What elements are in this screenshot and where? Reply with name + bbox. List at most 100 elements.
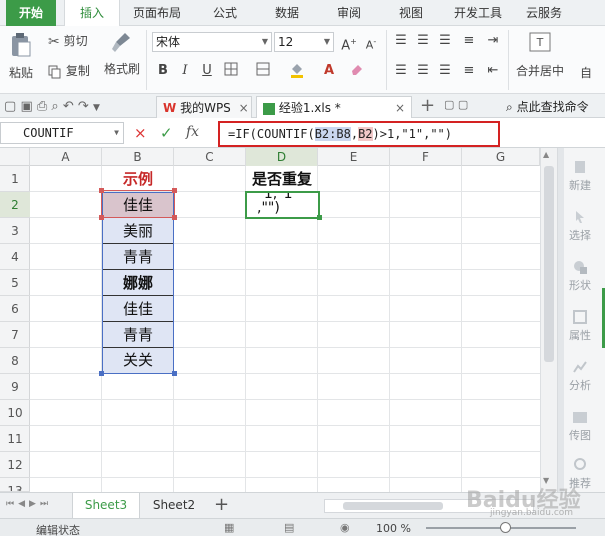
select-all-corner[interactable]: [0, 148, 30, 166]
command-search[interactable]: ⌕ 点此查找命令: [506, 98, 589, 115]
cell-b4[interactable]: 青青: [103, 244, 173, 270]
panel-select-button[interactable]: 选择: [558, 210, 602, 243]
tab-review[interactable]: 审阅: [322, 0, 376, 26]
tab-home[interactable]: 开始: [6, 0, 56, 26]
panel-shape-button[interactable]: 形状: [558, 260, 602, 293]
tab-cloud[interactable]: 云服务: [516, 0, 572, 26]
next-sheet-icon[interactable]: ▶: [29, 499, 40, 509]
format-painter-button[interactable]: 格式刷: [104, 32, 140, 77]
merge-center-button[interactable]: T 合并居中: [512, 32, 568, 79]
fill-handle[interactable]: [317, 215, 322, 220]
reading-mode-icon[interactable]: ◉: [340, 521, 350, 534]
row-header-4[interactable]: 4: [0, 244, 30, 270]
horizontal-scrollbar-thumb[interactable]: [343, 502, 443, 510]
print-icon[interactable]: ⎙: [37, 99, 47, 114]
cell-grid[interactable]: 示例 是否重复 佳佳 美丽 青青 娜娜 佳佳 青青 关关 ""1,"1 ,""): [30, 166, 540, 492]
align-middle-button[interactable]: ☰: [414, 32, 432, 50]
column-header-c[interactable]: C: [174, 148, 246, 166]
tab-view[interactable]: 视图: [384, 0, 438, 26]
sheet-nav-arrows[interactable]: ⏮◀▶⏭: [6, 499, 52, 509]
font-color-button[interactable]: A: [320, 62, 338, 80]
tab-developer[interactable]: 开发工具: [446, 0, 510, 26]
column-header-b[interactable]: B: [102, 148, 174, 166]
cell-b8[interactable]: 关关: [103, 348, 173, 373]
cut-button[interactable]: ✂ 剪切: [48, 32, 88, 50]
paste-button[interactable]: 粘贴: [6, 32, 36, 86]
column-header-e[interactable]: E: [318, 148, 390, 166]
close-icon[interactable]: ×: [239, 101, 249, 115]
tab-list-button[interactable]: ▢ ▢: [444, 98, 468, 111]
tab-document[interactable]: 经验1.xls * ×: [256, 96, 412, 118]
panel-new-button[interactable]: 新建: [558, 160, 602, 193]
row-header-6[interactable]: 6: [0, 296, 30, 322]
cell-b7[interactable]: 青青: [103, 322, 173, 348]
sheet-tab-sheet2[interactable]: Sheet2: [142, 493, 206, 518]
tab-my-wps[interactable]: W 我的WPS ×: [156, 96, 252, 118]
underline-button[interactable]: U: [198, 62, 216, 80]
page-layout-view-icon[interactable]: ▤: [284, 521, 294, 534]
align-left-button[interactable]: ☰: [392, 62, 410, 80]
confirm-button[interactable]: ✓: [160, 124, 173, 142]
distribute-button[interactable]: ⇤: [484, 62, 502, 80]
bold-button[interactable]: B: [154, 62, 172, 80]
grow-font-button[interactable]: A+: [340, 33, 358, 53]
new-tab-button[interactable]: +: [420, 95, 435, 116]
row-header-9[interactable]: 9: [0, 374, 30, 400]
wrap-text-button[interactable]: ≡: [460, 32, 478, 50]
cancel-button[interactable]: ×: [134, 124, 147, 142]
last-sheet-icon[interactable]: ⏭: [40, 499, 52, 509]
indent-button[interactable]: ⇥: [484, 32, 502, 50]
sheet-tab-sheet3[interactable]: Sheet3: [72, 493, 140, 518]
column-header-f[interactable]: F: [390, 148, 462, 166]
font-size-select[interactable]: 12 ▼: [274, 32, 334, 52]
zoom-slider[interactable]: [426, 522, 576, 533]
zoom-slider-thumb[interactable]: [500, 522, 511, 533]
name-box[interactable]: COUNTIF ▼: [0, 122, 124, 144]
row-header-12[interactable]: 12: [0, 452, 30, 478]
cell-b6[interactable]: 佳佳: [103, 296, 173, 322]
cell-d1[interactable]: 是否重复: [246, 166, 318, 192]
align-right-button[interactable]: ☰: [436, 62, 454, 80]
row-header-7[interactable]: 7: [0, 322, 30, 348]
align-bottom-button[interactable]: ☰: [436, 32, 454, 50]
auto-wrap-button[interactable]: 自: [580, 64, 592, 81]
row-header-13[interactable]: 13: [0, 478, 30, 492]
row-header-5[interactable]: 5: [0, 270, 30, 296]
first-sheet-icon[interactable]: ⏮: [6, 499, 18, 509]
redo-icon[interactable]: ↷: [78, 99, 89, 114]
merge-cells-button[interactable]: [254, 62, 272, 80]
copy-button[interactable]: 复制: [48, 62, 90, 79]
column-header-a[interactable]: A: [30, 148, 102, 166]
row-header-8[interactable]: 8: [0, 348, 30, 374]
tab-data[interactable]: 数据: [260, 0, 314, 26]
panel-analysis-button[interactable]: 分析: [558, 360, 602, 393]
cell-d2-editor[interactable]: ""1,"1 ,""): [245, 191, 320, 219]
prev-sheet-icon[interactable]: ◀: [18, 499, 29, 509]
border-button[interactable]: [222, 62, 240, 80]
add-sheet-button[interactable]: +: [214, 494, 229, 515]
insert-function-button[interactable]: fx: [186, 124, 199, 140]
tab-formulas[interactable]: 公式: [198, 0, 252, 26]
close-icon[interactable]: ×: [395, 97, 405, 119]
align-center-button[interactable]: ☰: [414, 62, 432, 80]
clear-format-button[interactable]: [348, 62, 366, 80]
normal-view-icon[interactable]: ▦: [224, 521, 234, 534]
panel-properties-button[interactable]: 属性: [558, 310, 602, 343]
panel-upload-image-button[interactable]: 传图: [558, 410, 602, 443]
align-top-button[interactable]: ☰: [392, 32, 410, 50]
formula-input[interactable]: =IF(COUNTIF(B2:B8,B2)>1,"1",""): [218, 121, 500, 147]
row-header-10[interactable]: 10: [0, 400, 30, 426]
cell-b1[interactable]: 示例: [102, 166, 174, 192]
vertical-scrollbar[interactable]: ▲ ▼: [540, 148, 557, 492]
italic-button[interactable]: I: [176, 62, 194, 80]
cell-b3[interactable]: 美丽: [103, 218, 173, 244]
preview-icon[interactable]: ⌕: [51, 99, 58, 114]
cell-b5[interactable]: 娜娜: [103, 270, 173, 296]
font-name-select[interactable]: 宋体 ▼: [152, 32, 272, 52]
tab-insert[interactable]: 插入: [64, 0, 120, 26]
scrollbar-thumb[interactable]: [544, 166, 554, 362]
column-header-d[interactable]: D: [246, 148, 318, 166]
shrink-font-button[interactable]: A-: [362, 33, 380, 52]
row-header-2[interactable]: 2: [0, 192, 30, 218]
row-header-11[interactable]: 11: [0, 426, 30, 452]
